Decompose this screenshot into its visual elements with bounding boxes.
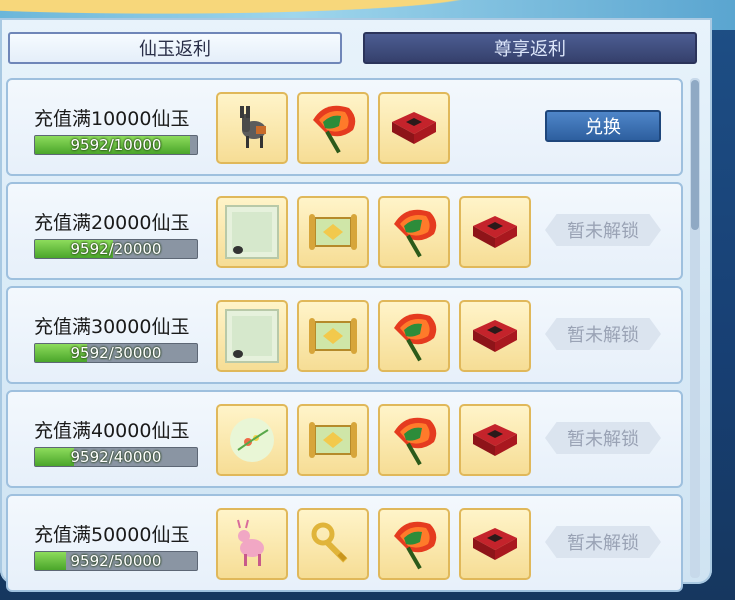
reward-slot[interactable]	[459, 300, 531, 372]
reward-slot[interactable]	[297, 300, 369, 372]
locked-button: 暂未解锁	[545, 214, 661, 246]
flower-sprig-icon	[224, 412, 280, 468]
tab-premium-rebate[interactable]: 尊享返利	[363, 32, 697, 64]
reward-threshold-label: 充值满50000仙玉	[34, 524, 190, 546]
red-carpet-icon	[467, 516, 523, 572]
reward-row: 充值满30000仙玉 9592/30000 暂未解锁	[6, 286, 683, 384]
picture-frame-icon	[224, 308, 280, 364]
reward-threshold-label: 充值满30000仙玉	[34, 316, 190, 338]
locked-button: 暂未解锁	[545, 422, 661, 454]
reward-slot[interactable]	[216, 404, 288, 476]
red-carpet-icon	[467, 308, 523, 364]
flame-fan-icon	[386, 412, 442, 468]
scroll-icon	[305, 308, 361, 364]
reward-threshold-label: 充值满20000仙玉	[34, 212, 190, 234]
scrollbar[interactable]	[690, 78, 700, 578]
reward-slot[interactable]	[459, 404, 531, 476]
scroll-icon	[305, 204, 361, 260]
tab-xianyu-rebate[interactable]: 仙玉返利	[8, 32, 342, 64]
scrollbar-thumb[interactable]	[691, 80, 699, 230]
golden-key-icon	[305, 516, 361, 572]
locked-button: 暂未解锁	[545, 526, 661, 558]
reward-row: 充值满10000仙玉 9592/10000 兑换	[6, 78, 683, 176]
red-carpet-icon	[467, 204, 523, 260]
reward-slot[interactable]	[378, 196, 450, 268]
reward-row: 充值满40000仙玉 9592/40000 暂未解锁	[6, 390, 683, 488]
progress-text: 9592/10000	[70, 136, 162, 154]
reward-slot[interactable]	[297, 404, 369, 476]
reward-slot[interactable]	[459, 508, 531, 580]
redeem-button[interactable]: 兑换	[545, 110, 661, 142]
red-carpet-icon	[467, 412, 523, 468]
pink-deer-mount-icon	[224, 516, 280, 572]
reward-threshold-label: 充值满40000仙玉	[34, 420, 190, 442]
progress-bar: 9592/30000	[34, 343, 198, 363]
reward-row: 充值满50000仙玉 9592/50000 暂未解锁	[6, 494, 683, 592]
red-carpet-icon	[386, 100, 442, 156]
donkey-mount-icon	[224, 100, 280, 156]
reward-slot[interactable]	[297, 196, 369, 268]
reward-slot[interactable]	[216, 508, 288, 580]
progress-text: 9592/30000	[70, 344, 162, 362]
scroll-icon	[305, 412, 361, 468]
reward-slot[interactable]	[378, 300, 450, 372]
reward-slot[interactable]	[216, 300, 288, 372]
progress-bar: 9592/20000	[34, 239, 198, 259]
reward-slot[interactable]	[216, 92, 288, 164]
progress-text: 9592/40000	[70, 448, 162, 466]
locked-button: 暂未解锁	[545, 318, 661, 350]
reward-row: 充值满20000仙玉 9592/20000 暂未解锁	[6, 182, 683, 280]
progress-text: 9592/20000	[70, 240, 162, 258]
reward-slot[interactable]	[378, 92, 450, 164]
reward-slot[interactable]	[378, 508, 450, 580]
reward-slot[interactable]	[297, 508, 369, 580]
progress-bar: 9592/10000	[34, 135, 198, 155]
flame-fan-icon	[305, 100, 361, 156]
progress-bar: 9592/50000	[34, 551, 198, 571]
picture-frame-icon	[224, 204, 280, 260]
flame-fan-icon	[386, 308, 442, 364]
reward-threshold-label: 充值满10000仙玉	[34, 108, 190, 130]
flame-fan-icon	[386, 516, 442, 572]
reward-slot[interactable]	[297, 92, 369, 164]
flame-fan-icon	[386, 204, 442, 260]
progress-bar: 9592/40000	[34, 447, 198, 467]
reward-slot[interactable]	[216, 196, 288, 268]
reward-slot[interactable]	[378, 404, 450, 476]
reward-slot[interactable]	[459, 196, 531, 268]
progress-text: 9592/50000	[70, 552, 162, 570]
